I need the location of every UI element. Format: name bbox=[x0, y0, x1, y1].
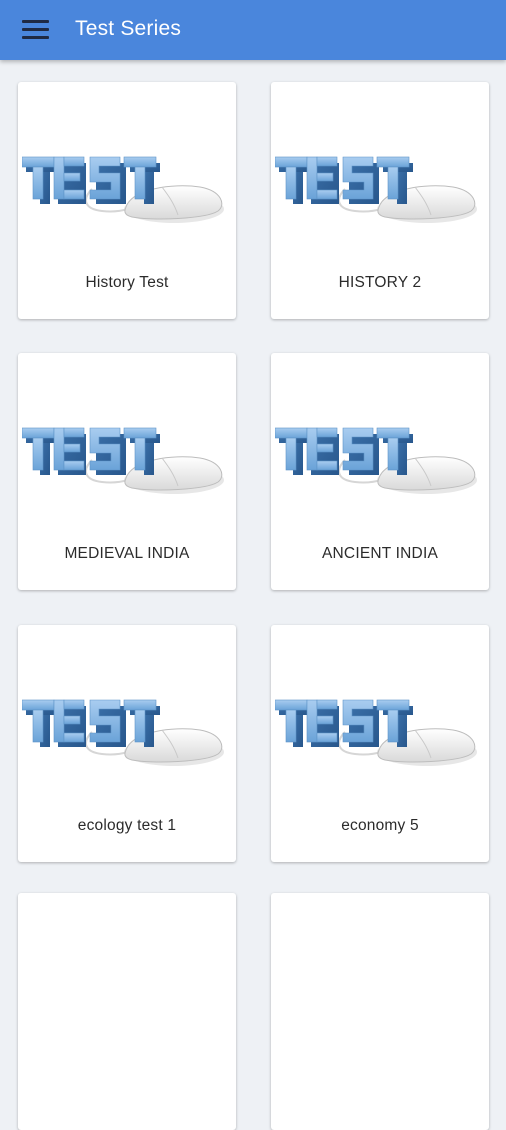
card-label: MEDIEVAL INDIA bbox=[64, 545, 190, 562]
test-card-ecology-test-1[interactable]: ecology test 1 bbox=[18, 625, 236, 862]
test-mouse-icon bbox=[275, 137, 485, 227]
test-card-ancient-india[interactable]: ANCIENT INDIA bbox=[271, 353, 489, 590]
card-label: History Test bbox=[85, 274, 169, 291]
menu-button[interactable] bbox=[12, 10, 56, 50]
hamburger-menu-icon-line bbox=[22, 28, 49, 31]
test-card-medieval-india[interactable]: MEDIEVAL INDIA bbox=[18, 353, 236, 590]
card-label: HISTORY 2 bbox=[338, 274, 422, 291]
test-card-history-test[interactable]: History Test bbox=[18, 82, 236, 319]
card-label: economy 5 bbox=[341, 817, 419, 834]
hamburger-menu-icon bbox=[22, 20, 49, 23]
test-mouse-icon bbox=[275, 680, 485, 770]
app-bar: Test Series bbox=[0, 0, 506, 60]
test-mouse-icon bbox=[275, 408, 485, 498]
test-mouse-icon bbox=[22, 408, 232, 498]
card-label: ecology test 1 bbox=[77, 817, 177, 834]
test-mouse-icon bbox=[22, 680, 232, 770]
test-series-grid: History Test HISTORY 2 MEDIEVAL INDIA AN… bbox=[0, 0, 506, 1130]
test-mouse-icon bbox=[22, 137, 232, 227]
page-title: Test Series bbox=[75, 17, 182, 40]
test-card-economy-5[interactable]: economy 5 bbox=[271, 625, 489, 862]
card-label: ANCIENT INDIA bbox=[322, 545, 438, 562]
test-card-partial[interactable] bbox=[18, 893, 236, 1130]
test-card-partial[interactable] bbox=[271, 893, 489, 1130]
hamburger-menu-icon-line bbox=[22, 36, 49, 39]
test-card-history-2[interactable]: HISTORY 2 bbox=[271, 82, 489, 319]
